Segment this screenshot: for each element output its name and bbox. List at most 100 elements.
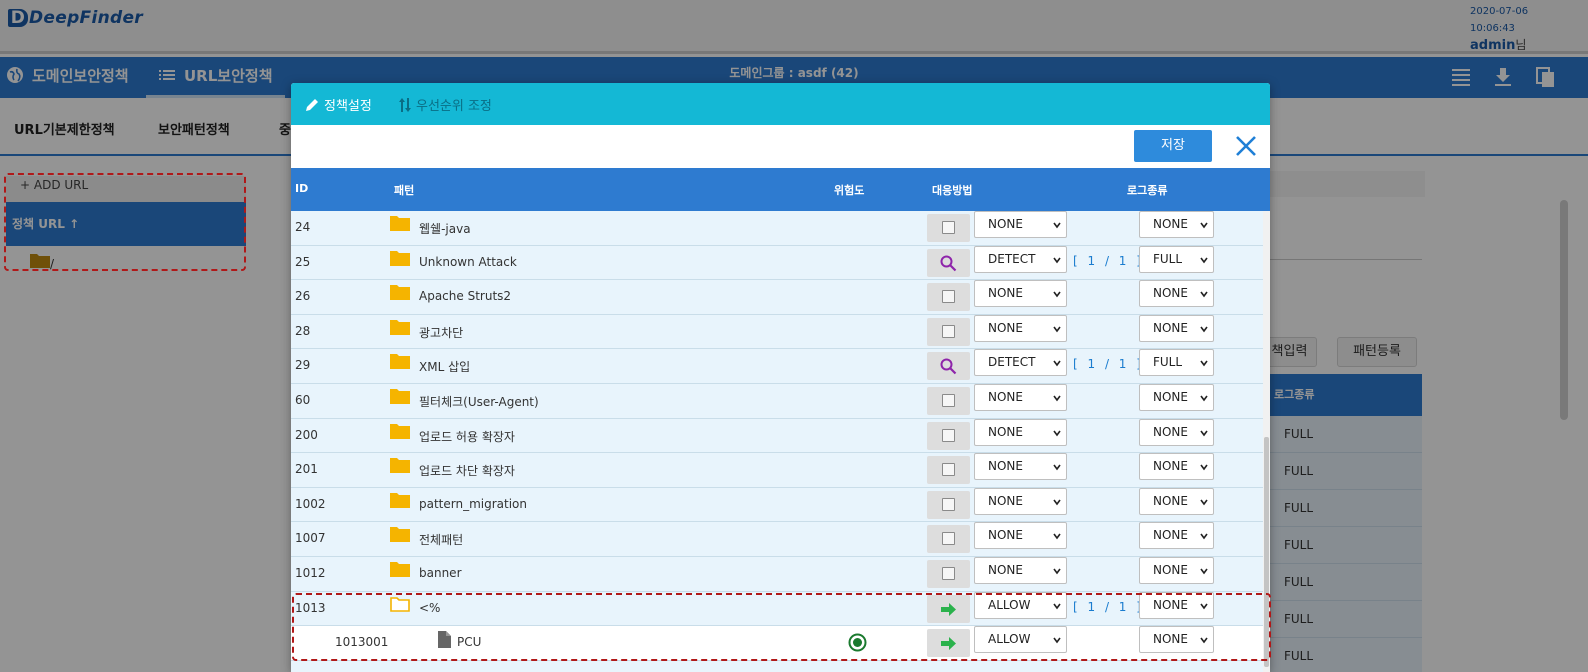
row-id: 1002 xyxy=(295,496,326,511)
folder-icon xyxy=(390,250,410,266)
row-pattern-name: pattern_migration xyxy=(419,496,528,511)
log-select[interactable]: FULL xyxy=(1139,349,1214,377)
chevron-down-icon xyxy=(1053,464,1061,471)
checkbox-icon xyxy=(942,394,955,407)
table-row[interactable]: 28 광고차단 NONE NONE xyxy=(291,314,1263,350)
row-id: 24 xyxy=(295,220,311,234)
table-row[interactable]: 1012 banner NONE NONE xyxy=(291,557,1263,592)
row-pattern-name: 업로드 허용 확장자 xyxy=(419,429,515,444)
table-row[interactable]: 25 Unknown Attack DETECT [ 1 / 1 ] FULL xyxy=(291,245,1263,281)
log-select-value: NONE xyxy=(1153,563,1188,577)
table-row[interactable]: 1002 pattern_migration NONE NONE xyxy=(291,487,1263,523)
row-pattern-name: 업로드 차단 확장자 xyxy=(419,464,515,479)
action-select[interactable]: NONE xyxy=(974,211,1067,238)
row-pattern-name: 필터체크(User-Agent) xyxy=(419,395,539,409)
detail-search-button[interactable] xyxy=(927,352,970,381)
log-select-value: NONE xyxy=(1153,493,1188,508)
log-select[interactable]: NONE xyxy=(1139,211,1214,238)
row-id: 60 xyxy=(295,393,311,407)
chevron-down-icon xyxy=(1053,360,1061,367)
enable-toggle[interactable] xyxy=(927,214,970,242)
row-pattern-name: XML 삽입 xyxy=(419,360,471,375)
row-pattern-name: 전체패턴 xyxy=(419,533,464,548)
chevron-down-icon xyxy=(1200,360,1208,367)
chevron-down-icon xyxy=(1200,533,1208,540)
enable-toggle[interactable] xyxy=(927,387,970,415)
enable-toggle[interactable] xyxy=(927,421,970,450)
close-icon[interactable] xyxy=(1234,134,1258,158)
chevron-down-icon xyxy=(1053,533,1061,540)
checkbox-icon xyxy=(942,463,955,477)
modal-tabs: 정책설정 우선순위 조정 xyxy=(291,83,1270,125)
tab-priority-adjust-label: 우선순위 조정 xyxy=(416,99,492,114)
action-select[interactable]: NONE xyxy=(974,384,1067,411)
action-select-value: DETECT xyxy=(988,355,1036,370)
log-select[interactable]: NONE xyxy=(1139,418,1214,446)
folder-icon xyxy=(390,389,410,404)
tab-policy-settings[interactable]: 정책설정 xyxy=(304,95,372,115)
action-select[interactable]: DETECT xyxy=(974,245,1067,273)
sort-arrows-icon xyxy=(399,97,411,112)
row-id: 1012 xyxy=(295,566,326,580)
row-pattern-name: banner xyxy=(419,566,462,580)
log-select-value: FULL xyxy=(1153,251,1183,266)
detail-search-button[interactable] xyxy=(927,248,970,277)
log-select[interactable]: NONE xyxy=(1139,522,1214,550)
tab-priority-adjust[interactable]: 우선순위 조정 xyxy=(398,95,492,115)
action-select[interactable]: NONE xyxy=(974,487,1067,515)
action-select[interactable]: NONE xyxy=(974,418,1067,446)
log-select[interactable]: NONE xyxy=(1139,314,1214,342)
log-select-value: NONE xyxy=(1153,459,1188,474)
modal-toolbar: 저장 xyxy=(291,125,1270,168)
row-pattern-name: Unknown Attack xyxy=(419,254,517,269)
log-select[interactable]: NONE xyxy=(1139,557,1214,584)
action-select[interactable]: NONE xyxy=(974,453,1067,481)
detect-count[interactable]: [ 1 / 1 ] xyxy=(1073,357,1142,371)
log-select-value: NONE xyxy=(1153,217,1188,231)
action-select[interactable]: NONE xyxy=(974,314,1067,342)
pencil-icon xyxy=(306,98,318,111)
log-select-value: FULL xyxy=(1153,355,1183,370)
enable-toggle[interactable] xyxy=(927,283,970,312)
log-select[interactable]: NONE xyxy=(1139,453,1214,481)
row-pattern-name: 광고차단 xyxy=(419,325,464,340)
checkbox-icon xyxy=(942,324,955,338)
action-select[interactable]: DETECT xyxy=(974,349,1067,377)
log-select-value: NONE xyxy=(1153,390,1188,404)
table-row[interactable]: 60 필터체크(User-Agent) NONE NONE xyxy=(291,384,1263,419)
folder-icon xyxy=(390,285,410,301)
detect-count[interactable]: [ 1 / 1 ] xyxy=(1073,254,1142,268)
search-icon xyxy=(940,255,957,271)
enable-toggle[interactable] xyxy=(927,525,970,554)
table-row[interactable]: 200 업로드 허용 확장자 NONE NONE xyxy=(291,418,1263,454)
row-id: 1007 xyxy=(295,531,326,546)
row-id: 201 xyxy=(295,462,318,477)
action-select-value: NONE xyxy=(988,459,1023,474)
checkbox-icon xyxy=(942,221,955,234)
enable-toggle[interactable] xyxy=(927,560,970,588)
table-row[interactable]: 24 웹쉘-java NONE NONE xyxy=(291,211,1263,246)
log-select-value: NONE xyxy=(1153,424,1188,439)
chevron-down-icon xyxy=(1200,257,1208,263)
row-pattern-name: 웹쉘-java xyxy=(419,222,471,236)
log-select[interactable]: NONE xyxy=(1139,280,1214,308)
enable-toggle[interactable] xyxy=(927,317,970,346)
save-button[interactable]: 저장 xyxy=(1134,130,1212,162)
folder-icon xyxy=(390,423,410,439)
search-icon xyxy=(940,358,957,375)
action-select[interactable]: NONE xyxy=(974,557,1067,584)
log-select[interactable]: NONE xyxy=(1139,384,1214,411)
table-row[interactable]: 26 Apache Struts2 NONE NONE xyxy=(291,280,1263,315)
enable-toggle[interactable] xyxy=(927,490,970,519)
action-select-value: NONE xyxy=(988,493,1023,508)
action-select[interactable]: NONE xyxy=(974,280,1067,308)
row-pattern-name: Apache Struts2 xyxy=(419,289,512,304)
enable-toggle[interactable] xyxy=(927,456,970,485)
table-row[interactable]: 29 XML 삽입 DETECT [ 1 / 1 ] FULL xyxy=(291,349,1263,384)
log-select[interactable]: NONE xyxy=(1139,487,1214,515)
table-row[interactable]: 201 업로드 차단 확장자 NONE NONE xyxy=(291,453,1263,488)
log-select[interactable]: FULL xyxy=(1139,245,1214,273)
action-select[interactable]: NONE xyxy=(974,522,1067,550)
col-pattern: 패턴 xyxy=(394,184,415,197)
table-row[interactable]: 1007 전체패턴 NONE NONE xyxy=(291,522,1263,557)
